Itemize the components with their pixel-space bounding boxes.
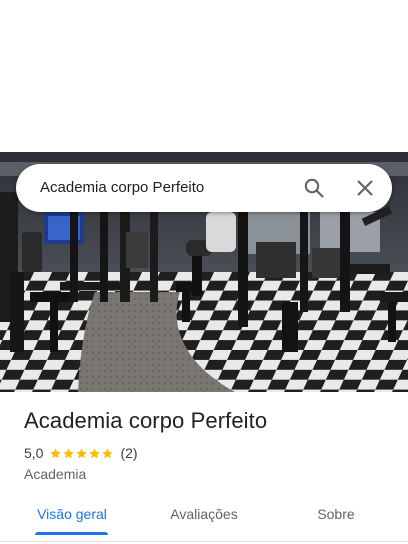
divider xyxy=(0,541,408,542)
star-icon xyxy=(102,447,114,458)
search-input[interactable]: Academia corpo Perfeito xyxy=(40,164,204,212)
search-bar[interactable]: Academia corpo Perfeito xyxy=(16,164,392,212)
star-icon xyxy=(89,447,101,458)
star-icon xyxy=(50,447,62,458)
place-category[interactable]: Academia xyxy=(24,466,86,482)
tab-overview[interactable]: Visão geral xyxy=(30,494,114,534)
star-icon xyxy=(76,447,88,458)
search-icon[interactable] xyxy=(302,176,326,200)
rating-value: 5,0 xyxy=(24,445,44,461)
tab-about[interactable]: Sobre xyxy=(306,494,366,534)
tab-bar: Visão geral Avaliações Sobre xyxy=(0,494,408,538)
blank-area xyxy=(0,0,408,152)
star-rating xyxy=(49,447,114,460)
rating-row[interactable]: 5,0 (2) xyxy=(24,444,138,462)
active-tab-indicator xyxy=(35,532,108,535)
review-count[interactable]: (2) xyxy=(120,445,137,461)
place-title: Academia corpo Perfeito xyxy=(24,408,268,433)
close-icon[interactable] xyxy=(353,176,377,200)
tab-reviews[interactable]: Avaliações xyxy=(160,494,248,534)
star-icon xyxy=(63,447,75,458)
